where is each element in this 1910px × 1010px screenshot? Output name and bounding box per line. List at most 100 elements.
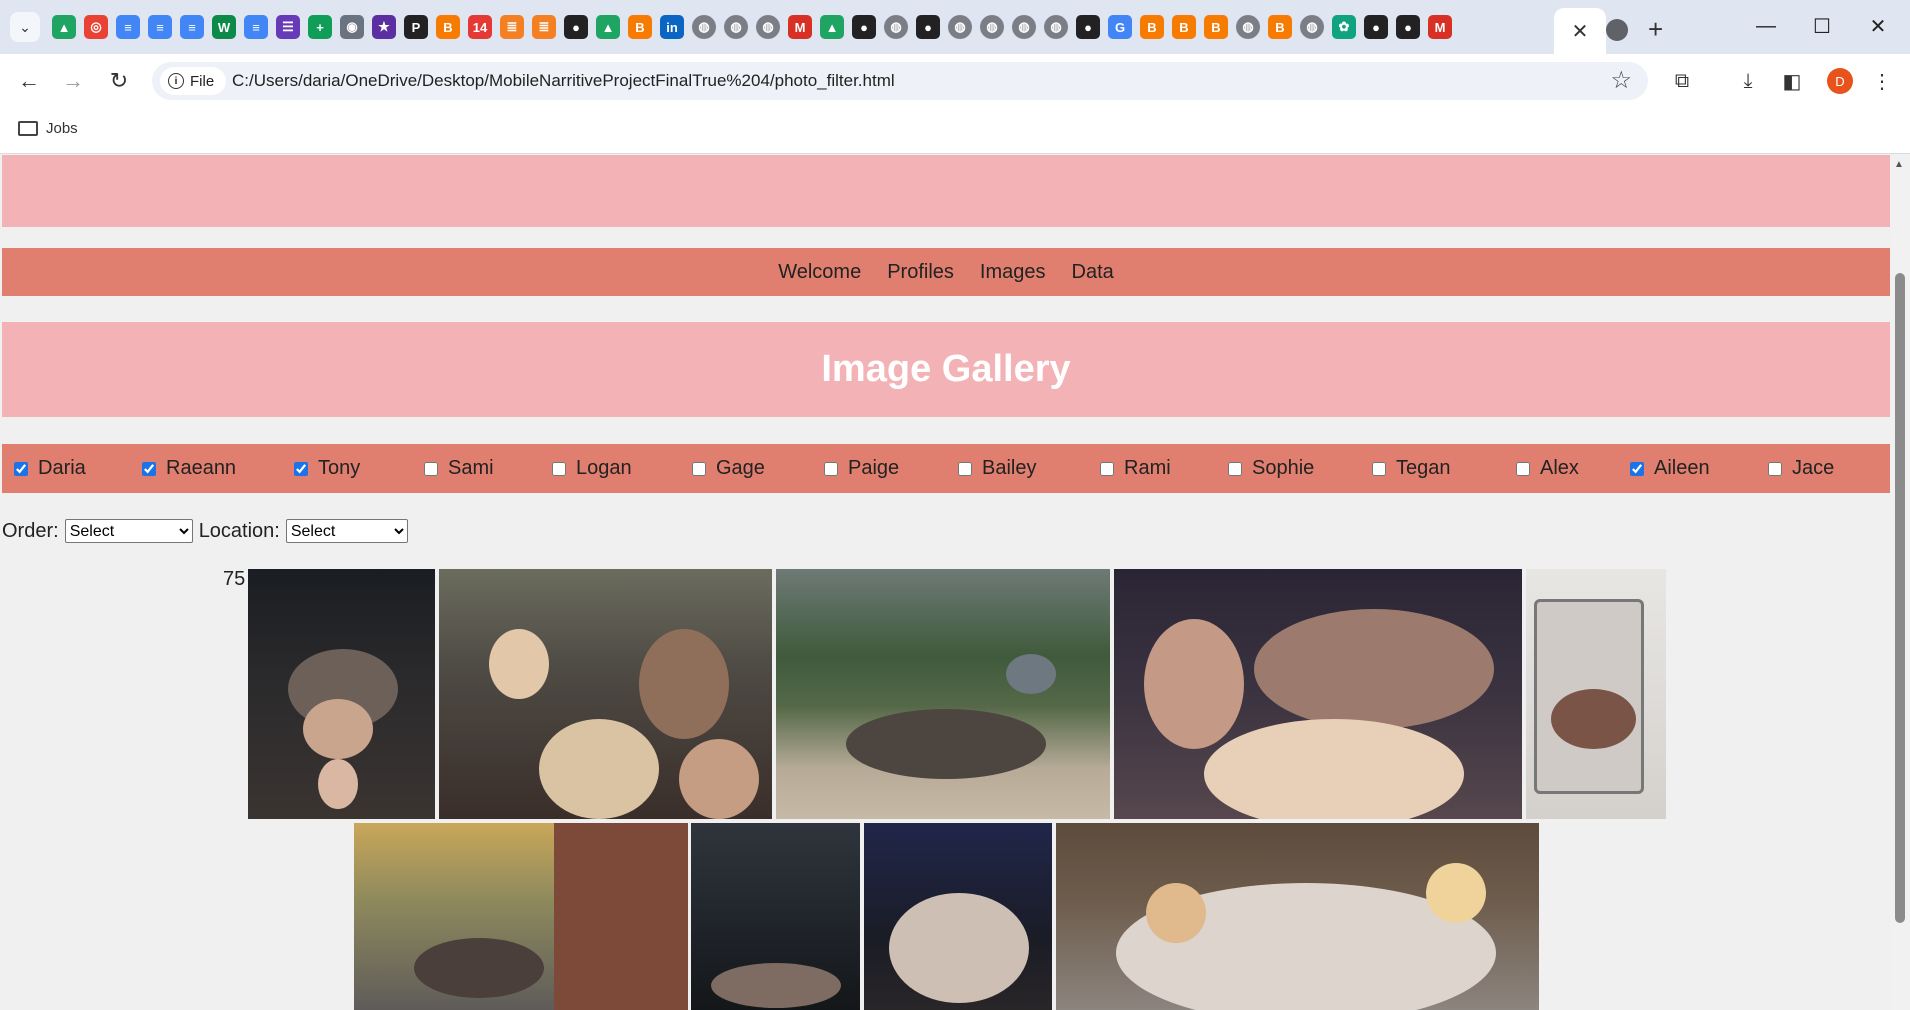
gallery-photo[interactable] <box>776 569 1110 819</box>
person-checkbox[interactable] <box>294 461 308 476</box>
globe-icon[interactable] <box>1606 18 1628 41</box>
globe-favicon-icon[interactable]: ◍ <box>692 15 716 39</box>
extensions-icon[interactable]: ⧉ <box>1666 66 1698 96</box>
globe-favicon-icon[interactable]: ◍ <box>1012 15 1036 39</box>
nav-link-profiles[interactable]: Profiles <box>887 261 954 284</box>
bookmark-folder-jobs[interactable]: Jobs <box>18 120 78 137</box>
docs-favicon-icon[interactable]: ≡ <box>148 15 172 39</box>
b-favicon-icon[interactable]: B <box>1172 15 1196 39</box>
person-checkbox[interactable] <box>1630 461 1644 476</box>
github-favicon-icon[interactable]: ● <box>852 15 876 39</box>
docs-favicon-icon[interactable]: ≡ <box>180 15 204 39</box>
person-checkbox[interactable] <box>824 461 838 476</box>
active-tab[interactable]: ✕ <box>1554 8 1606 54</box>
w-favicon-icon[interactable]: W <box>212 15 236 39</box>
person-checkbox[interactable] <box>692 461 706 476</box>
menu-icon[interactable]: ⋮ <box>1866 66 1898 96</box>
person-filter-rami[interactable]: Rami <box>1100 457 1171 480</box>
p-favicon-icon[interactable]: P <box>404 15 428 39</box>
person-filter-logan[interactable]: Logan <box>552 457 632 480</box>
download-icon[interactable]: ⤓ <box>1732 66 1764 96</box>
gallery-photo[interactable] <box>248 569 435 819</box>
order-select[interactable]: Select <box>64 519 193 543</box>
drive-favicon-icon[interactable]: ▲ <box>820 15 844 39</box>
gallery-photo[interactable] <box>864 823 1052 1010</box>
person-checkbox[interactable] <box>424 461 438 476</box>
github-favicon-icon[interactable]: ● <box>1364 15 1388 39</box>
github-favicon-icon[interactable]: ● <box>916 15 940 39</box>
globe-favicon-icon[interactable]: ◍ <box>1236 15 1260 39</box>
person-filter-daria[interactable]: Daria <box>14 457 86 480</box>
scroll-up-arrow-icon[interactable]: ▲ <box>1894 159 1904 170</box>
sheets-favicon-icon[interactable]: + <box>308 15 332 39</box>
stack-favicon-icon[interactable]: ≣ <box>532 15 556 39</box>
gallery-photo[interactable] <box>691 823 860 1010</box>
gallery-photo[interactable] <box>354 823 688 1010</box>
back-button[interactable]: ← <box>12 66 46 96</box>
person-filter-tegan[interactable]: Tegan <box>1372 457 1451 480</box>
github-favicon-icon[interactable]: ● <box>1076 15 1100 39</box>
globe-favicon-icon[interactable]: ◍ <box>724 15 748 39</box>
gallery-photo[interactable] <box>1114 569 1522 819</box>
new-tab-button[interactable]: + <box>1648 14 1663 45</box>
url-text[interactable]: C:/Users/daria/OneDrive/Desktop/MobileNa… <box>232 71 895 91</box>
person-checkbox[interactable] <box>14 461 28 476</box>
person-checkbox[interactable] <box>552 461 566 476</box>
person-checkbox[interactable] <box>1100 461 1114 476</box>
person-filter-alex[interactable]: Alex <box>1516 457 1579 480</box>
b-favicon-icon[interactable]: B <box>436 15 460 39</box>
target-favicon-icon[interactable]: ◎ <box>84 15 108 39</box>
address-bar[interactable]: i File C:/Users/daria/OneDrive/Desktop/M… <box>152 62 1648 100</box>
gmail-favicon-icon[interactable]: M <box>1428 15 1452 39</box>
google-favicon-icon[interactable]: G <box>1108 15 1132 39</box>
gmail-favicon-icon[interactable]: M <box>788 15 812 39</box>
globe-favicon-icon[interactable]: ◍ <box>1300 15 1324 39</box>
person-checkbox[interactable] <box>1768 461 1782 476</box>
side-panel-icon[interactable]: ◧ <box>1776 66 1808 96</box>
gallery-photo[interactable] <box>1526 569 1666 819</box>
github-favicon-icon[interactable]: ● <box>564 15 588 39</box>
drive-favicon-icon[interactable]: ▲ <box>52 15 76 39</box>
minimize-button[interactable]: — <box>1738 8 1794 44</box>
close-window-button[interactable]: ✕ <box>1850 8 1906 44</box>
bookmark-star-icon[interactable]: ☆ <box>1610 66 1632 95</box>
maximize-button[interactable]: ☐ <box>1794 8 1850 44</box>
person-filter-sami[interactable]: Sami <box>424 457 494 480</box>
globe-favicon-icon[interactable]: ◍ <box>980 15 1004 39</box>
person-filter-jace[interactable]: Jace <box>1768 457 1834 480</box>
gallery-photo[interactable] <box>439 569 772 819</box>
github-favicon-icon[interactable]: ● <box>1396 15 1420 39</box>
docs-favicon-icon[interactable]: ≡ <box>244 15 268 39</box>
globe-favicon-icon[interactable]: ◍ <box>1044 15 1068 39</box>
gpt-favicon-icon[interactable]: ✿ <box>1332 15 1356 39</box>
person-filter-aileen[interactable]: Aileen <box>1630 457 1710 480</box>
nav-link-images[interactable]: Images <box>980 261 1046 284</box>
person-filter-gage[interactable]: Gage <box>692 457 765 480</box>
site-info-chip[interactable]: i File <box>160 67 227 95</box>
person-checkbox[interactable] <box>958 461 972 476</box>
forms-favicon-icon[interactable]: ☰ <box>276 15 300 39</box>
gallery-photo[interactable] <box>1056 823 1539 1010</box>
globe-favicon-icon[interactable]: ◍ <box>756 15 780 39</box>
person-filter-paige[interactable]: Paige <box>824 457 899 480</box>
nav-link-data[interactable]: Data <box>1072 261 1114 284</box>
b-favicon-icon[interactable]: B <box>628 15 652 39</box>
circle-favicon-icon[interactable]: ◉ <box>340 15 364 39</box>
tab-search-button[interactable]: ⌄ <box>10 12 40 42</box>
person-checkbox[interactable] <box>1372 461 1386 476</box>
person-checkbox[interactable] <box>1228 461 1242 476</box>
nav-link-welcome[interactable]: Welcome <box>778 261 861 284</box>
person-filter-tony[interactable]: Tony <box>294 457 360 480</box>
globe-favicon-icon[interactable]: ◍ <box>884 15 908 39</box>
stack-favicon-icon[interactable]: ≣ <box>500 15 524 39</box>
in-favicon-icon[interactable]: in <box>660 15 684 39</box>
drive-favicon-icon[interactable]: ▲ <box>596 15 620 39</box>
star-favicon-icon[interactable]: ★ <box>372 15 396 39</box>
14-favicon-icon[interactable]: 14 <box>468 15 492 39</box>
forward-button[interactable]: → <box>56 66 90 96</box>
docs-favicon-icon[interactable]: ≡ <box>116 15 140 39</box>
profile-avatar[interactable]: D <box>1827 68 1853 94</box>
person-checkbox[interactable] <box>1516 461 1530 476</box>
location-select[interactable]: Select <box>285 519 408 543</box>
globe-favicon-icon[interactable]: ◍ <box>948 15 972 39</box>
